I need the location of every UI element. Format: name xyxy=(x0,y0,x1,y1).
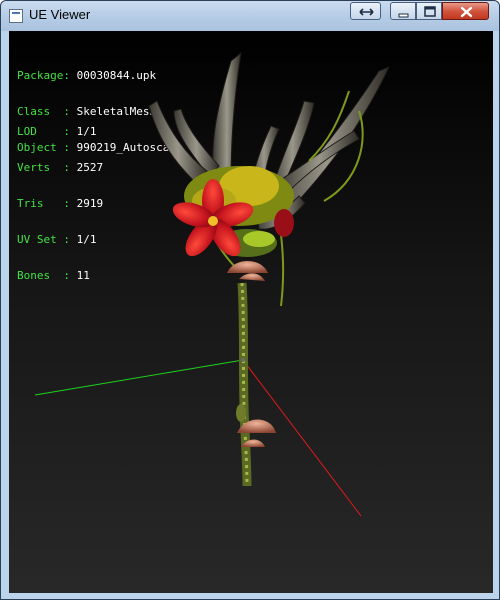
maximize-icon xyxy=(424,6,436,17)
close-icon xyxy=(460,6,473,18)
resize-icon xyxy=(359,8,374,16)
window-title: UE Viewer xyxy=(29,7,91,22)
red-bud xyxy=(274,209,294,237)
title-bar[interactable]: UE Viewer xyxy=(1,1,499,31)
maximize-button[interactable] xyxy=(416,2,442,20)
y-axis-line xyxy=(34,359,244,396)
close-button[interactable] xyxy=(442,2,489,20)
app-window: UE Viewer Package: 00030844.upk Class: … xyxy=(0,0,500,600)
x-axis-line xyxy=(242,359,362,517)
minimize-button[interactable] xyxy=(390,2,416,20)
mesh-scene xyxy=(34,51,390,517)
app-icon xyxy=(9,9,23,23)
resize-button[interactable] xyxy=(350,2,381,20)
origin-marker xyxy=(241,358,245,362)
render-viewport[interactable]: Package: 00030844.upk Class : SkeletalMe… xyxy=(9,31,493,593)
minimize-icon xyxy=(398,13,409,18)
